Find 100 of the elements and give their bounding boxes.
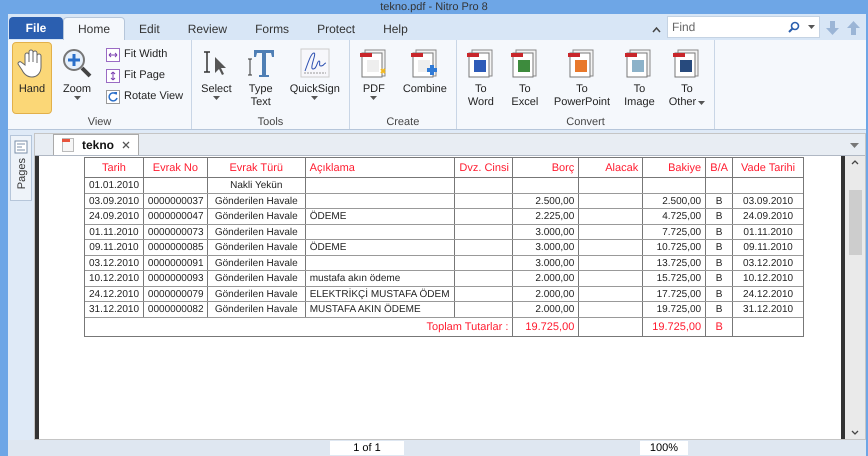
page-number-field[interactable]: 1 of 1 [330, 441, 404, 455]
table-cell: 2.000,00 [513, 271, 580, 286]
ribbon-button[interactable]: Fit Page [102, 65, 188, 86]
menu-tab[interactable]: Review [174, 17, 242, 40]
column-header: Evrak Türü [208, 158, 306, 177]
table-cell: 13.725,00 [643, 256, 706, 270]
table-cell: 0000000079 [144, 286, 208, 301]
scrollbar-thumb[interactable] [848, 190, 862, 255]
ribbon-button[interactable]: To PowerPoint [548, 42, 616, 114]
table-cell-text: 31.12.2010 [742, 303, 794, 316]
pages-tab[interactable]: Pages [10, 135, 32, 201]
table-cell: 24.12.2010 [85, 286, 144, 301]
pdf-file-icon [62, 138, 74, 152]
table-cell: 03.09.2010 [85, 194, 144, 208]
ribbon-button[interactable]: Fit Width [102, 44, 188, 65]
table-cell: mustafa akın ödeme [306, 271, 456, 286]
table-cell: MUSTAFA AKIN ÖDEME [306, 302, 456, 316]
table-cell: B [706, 318, 734, 336]
table-cell: 15.725,00 [643, 271, 706, 286]
zoom-icon [61, 47, 93, 79]
rotate-icon [106, 90, 120, 104]
table-cell: ÖDEME [306, 240, 456, 254]
table-cell: 19.725,00 [643, 302, 706, 316]
table-cell: Gönderilen Havale [208, 209, 306, 224]
table-cell: 2.500,00 [513, 194, 580, 208]
table-cell: B [706, 286, 734, 301]
ribbon-button[interactable]: Select [196, 42, 237, 114]
file-button[interactable]: File [9, 17, 63, 39]
total-label: Toplam Tutarlar : [426, 320, 508, 334]
close-icon[interactable] [122, 141, 130, 149]
table-cell: 3.000,00 [513, 240, 580, 254]
table-cell: B [706, 194, 734, 208]
ribbon-button[interactable]: To Word [460, 42, 501, 114]
table-cell: 01.11.2010 [85, 224, 144, 239]
menu-tab[interactable]: Edit [125, 17, 174, 40]
ribbon-button[interactable]: Hand [12, 42, 52, 114]
table-cell: B [706, 271, 734, 286]
search-icon[interactable] [788, 21, 800, 33]
table-cell: ÖDEME [306, 209, 456, 224]
table-cell: B [706, 209, 734, 224]
table-cell: 3.000,00 [513, 256, 580, 270]
ribbon-button[interactable]: Zoom [56, 42, 98, 114]
ribbon-button[interactable]: QuickSign [284, 42, 345, 114]
scroll-up-icon[interactable] [851, 160, 859, 165]
menu-tab[interactable]: Home [63, 17, 126, 40]
column-header: B/A [706, 158, 734, 177]
ribbon-button[interactable]: Type Text [240, 42, 281, 114]
table-cell-text: 03.12.2010 [742, 256, 794, 270]
caret-icon[interactable] [850, 143, 859, 148]
ribbon-button[interactable]: To Image [619, 42, 660, 114]
table-cell: B [706, 256, 734, 270]
menu-tab[interactable]: Forms [241, 17, 304, 40]
column-header: Alacak [579, 158, 644, 177]
table-cell: 24.09.2010 [85, 209, 144, 224]
menu-tab[interactable]: Protect [303, 17, 370, 40]
ribbon-button[interactable]: To Excel [504, 42, 545, 114]
column-header: Açıklama [306, 158, 456, 177]
table-cell-text: 01.11.2010 [742, 226, 794, 239]
table-cell: 7.725,00 [643, 224, 706, 239]
table-cell: 09.11.2010 [85, 240, 144, 254]
table-cell: Gönderilen Havale [208, 286, 306, 301]
search-field[interactable]: Find [667, 16, 820, 38]
table-cell: B [706, 240, 734, 254]
table-cell: 0000000085 [144, 240, 208, 254]
table-cell: 10.725,00 [643, 240, 706, 254]
column-header: Dvz. Cinsi [455, 158, 514, 177]
column-header: Bakiye [643, 158, 706, 177]
collapse-ribbon-icon[interactable] [652, 26, 661, 33]
scrollbar[interactable] [845, 156, 865, 439]
table-cell-text: 10.12.2010 [742, 272, 794, 286]
table-cell-text: 09.11.2010 [742, 241, 794, 254]
scroll-down-icon[interactable] [851, 430, 859, 435]
group-label: Create [385, 115, 420, 130]
table-cell: Gönderilen Havale [208, 271, 306, 286]
fit-width-icon [106, 48, 120, 62]
table-cell-text: 03.09.2010 [742, 194, 794, 208]
ribbon-button[interactable]: PDF [354, 42, 394, 114]
table-cell: 0000000047 [144, 209, 208, 224]
table-cell: 01.01.2010 [85, 178, 144, 192]
table-cell: ELEKTRİKÇİ MUSTAFA ÖDEM [306, 286, 456, 301]
table-cell: 2.000,00 [513, 286, 580, 301]
menu-tab[interactable]: Help [369, 17, 422, 40]
ribbon-button[interactable]: Combine [398, 42, 452, 114]
table-cell: 2.225,00 [513, 209, 580, 224]
ribbon-button[interactable]: To Other [664, 42, 710, 114]
column-header: Vade Tarihi [740, 161, 796, 176]
table-cell: Gönderilen Havale [208, 194, 306, 208]
document-tab[interactable]: tekno [53, 134, 140, 155]
table-cell: B [706, 224, 734, 239]
table-cell: Gönderilen Havale [208, 302, 306, 316]
table-cell: 0000000082 [144, 302, 208, 316]
ribbon-button[interactable]: Rotate View [102, 86, 188, 107]
pages-icon [14, 140, 28, 154]
signature-icon [300, 47, 330, 79]
zoom-field[interactable]: 100% [640, 441, 688, 455]
search-input[interactable]: Find [672, 18, 788, 36]
table-cell: 2.500,00 [643, 194, 706, 208]
window-title: tekno.pdf - Nitro Pro 8 [380, 0, 488, 14]
table-cell: Nakli Yekün [208, 178, 306, 192]
table-cell: 4.725,00 [643, 209, 706, 224]
